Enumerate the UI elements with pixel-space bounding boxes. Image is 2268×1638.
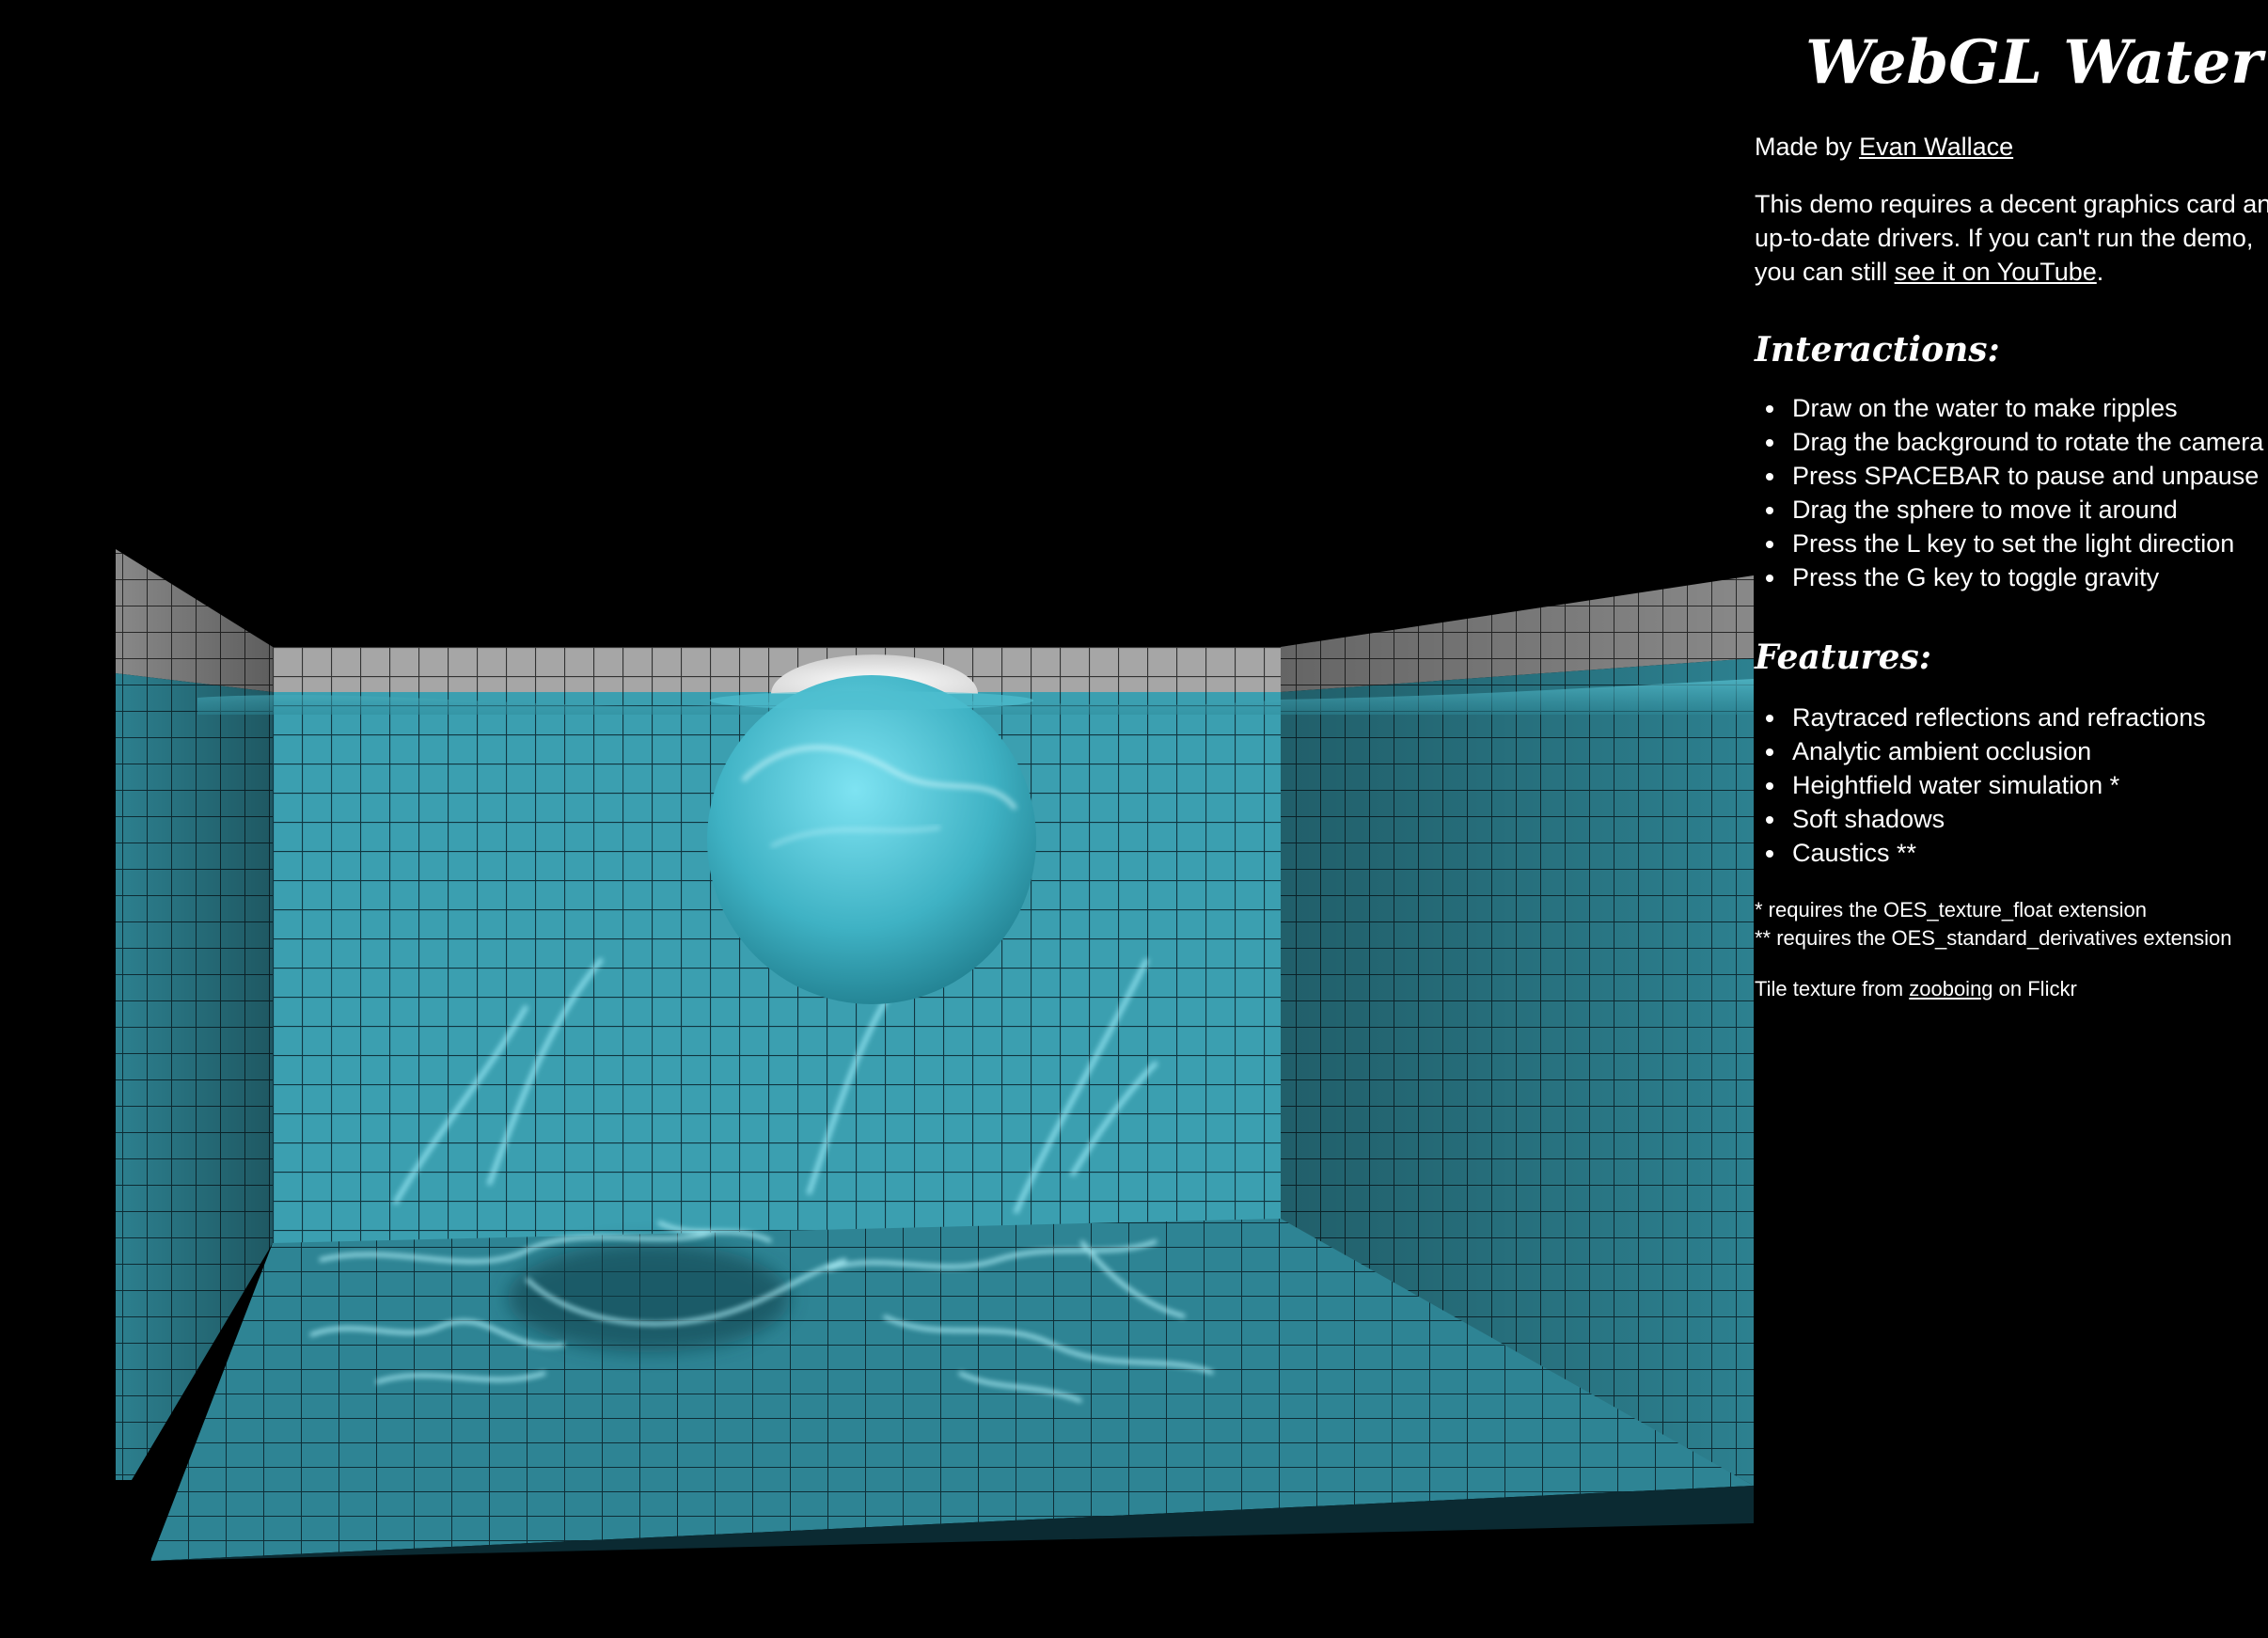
list-item: Press the G key to toggle gravity bbox=[1755, 560, 2263, 594]
description-line-3: you can still see it on YouTube. bbox=[1755, 255, 2268, 289]
list-item: Analytic ambient occlusion bbox=[1755, 734, 2206, 768]
list-item: Draw on the water to make ripples bbox=[1755, 391, 2263, 425]
description-line-2: up-to-date drivers. If you can't run the… bbox=[1755, 224, 2254, 252]
water-canvas[interactable] bbox=[0, 0, 1754, 1638]
list-item: Raytraced reflections and refractions bbox=[1755, 701, 2206, 734]
credit-prefix: Tile texture from bbox=[1755, 977, 1910, 1000]
footnote-1: * requires the OES_texture_float extensi… bbox=[1755, 898, 2148, 921]
list-item: Press the L key to set the light directi… bbox=[1755, 527, 2263, 560]
footnote-2: ** requires the OES_standard_derivatives… bbox=[1755, 926, 2232, 950]
list-item: Heightfield water simulation * bbox=[1755, 768, 2206, 802]
features-list: Raytraced reflections and refractions An… bbox=[1755, 701, 2206, 870]
page-title: WebGL Water bbox=[1805, 27, 2262, 98]
list-item: Drag the sphere to move it around bbox=[1755, 493, 2263, 527]
features-heading: Features: bbox=[1755, 638, 1932, 677]
pool-scene[interactable] bbox=[0, 0, 1754, 1638]
sphere[interactable] bbox=[707, 654, 1036, 1004]
texture-credit: Tile texture from zooboing on Flickr bbox=[1755, 975, 2077, 1003]
made-by-prefix: Made by bbox=[1755, 133, 1860, 161]
list-item: Soft shadows bbox=[1755, 802, 2206, 836]
interactions-list: Draw on the water to make ripples Drag t… bbox=[1755, 391, 2263, 594]
description-line-3-prefix: you can still bbox=[1755, 258, 1895, 286]
zooboing-link[interactable]: zooboing bbox=[1909, 977, 1992, 1000]
credit-suffix: on Flickr bbox=[1992, 977, 2077, 1000]
youtube-link[interactable]: see it on YouTube bbox=[1895, 258, 2097, 286]
list-item: Press SPACEBAR to pause and unpause bbox=[1755, 459, 2263, 493]
made-by: Made by Evan Wallace bbox=[1755, 130, 2013, 164]
author-link[interactable]: Evan Wallace bbox=[1859, 133, 2013, 161]
list-item: Caustics ** bbox=[1755, 836, 2206, 870]
description-line-1: This demo requires a decent graphics car… bbox=[1755, 190, 2268, 218]
interactions-heading: Interactions: bbox=[1755, 330, 2000, 370]
footnotes: * requires the OES_texture_float extensi… bbox=[1755, 896, 2232, 953]
description-line-3-suffix: . bbox=[2096, 258, 2104, 286]
list-item: Drag the background to rotate the camera bbox=[1755, 425, 2263, 459]
description: This demo requires a decent graphics car… bbox=[1755, 187, 2268, 289]
info-panel: WebGL Water Made by Evan Wallace This de… bbox=[1755, 0, 2268, 1638]
